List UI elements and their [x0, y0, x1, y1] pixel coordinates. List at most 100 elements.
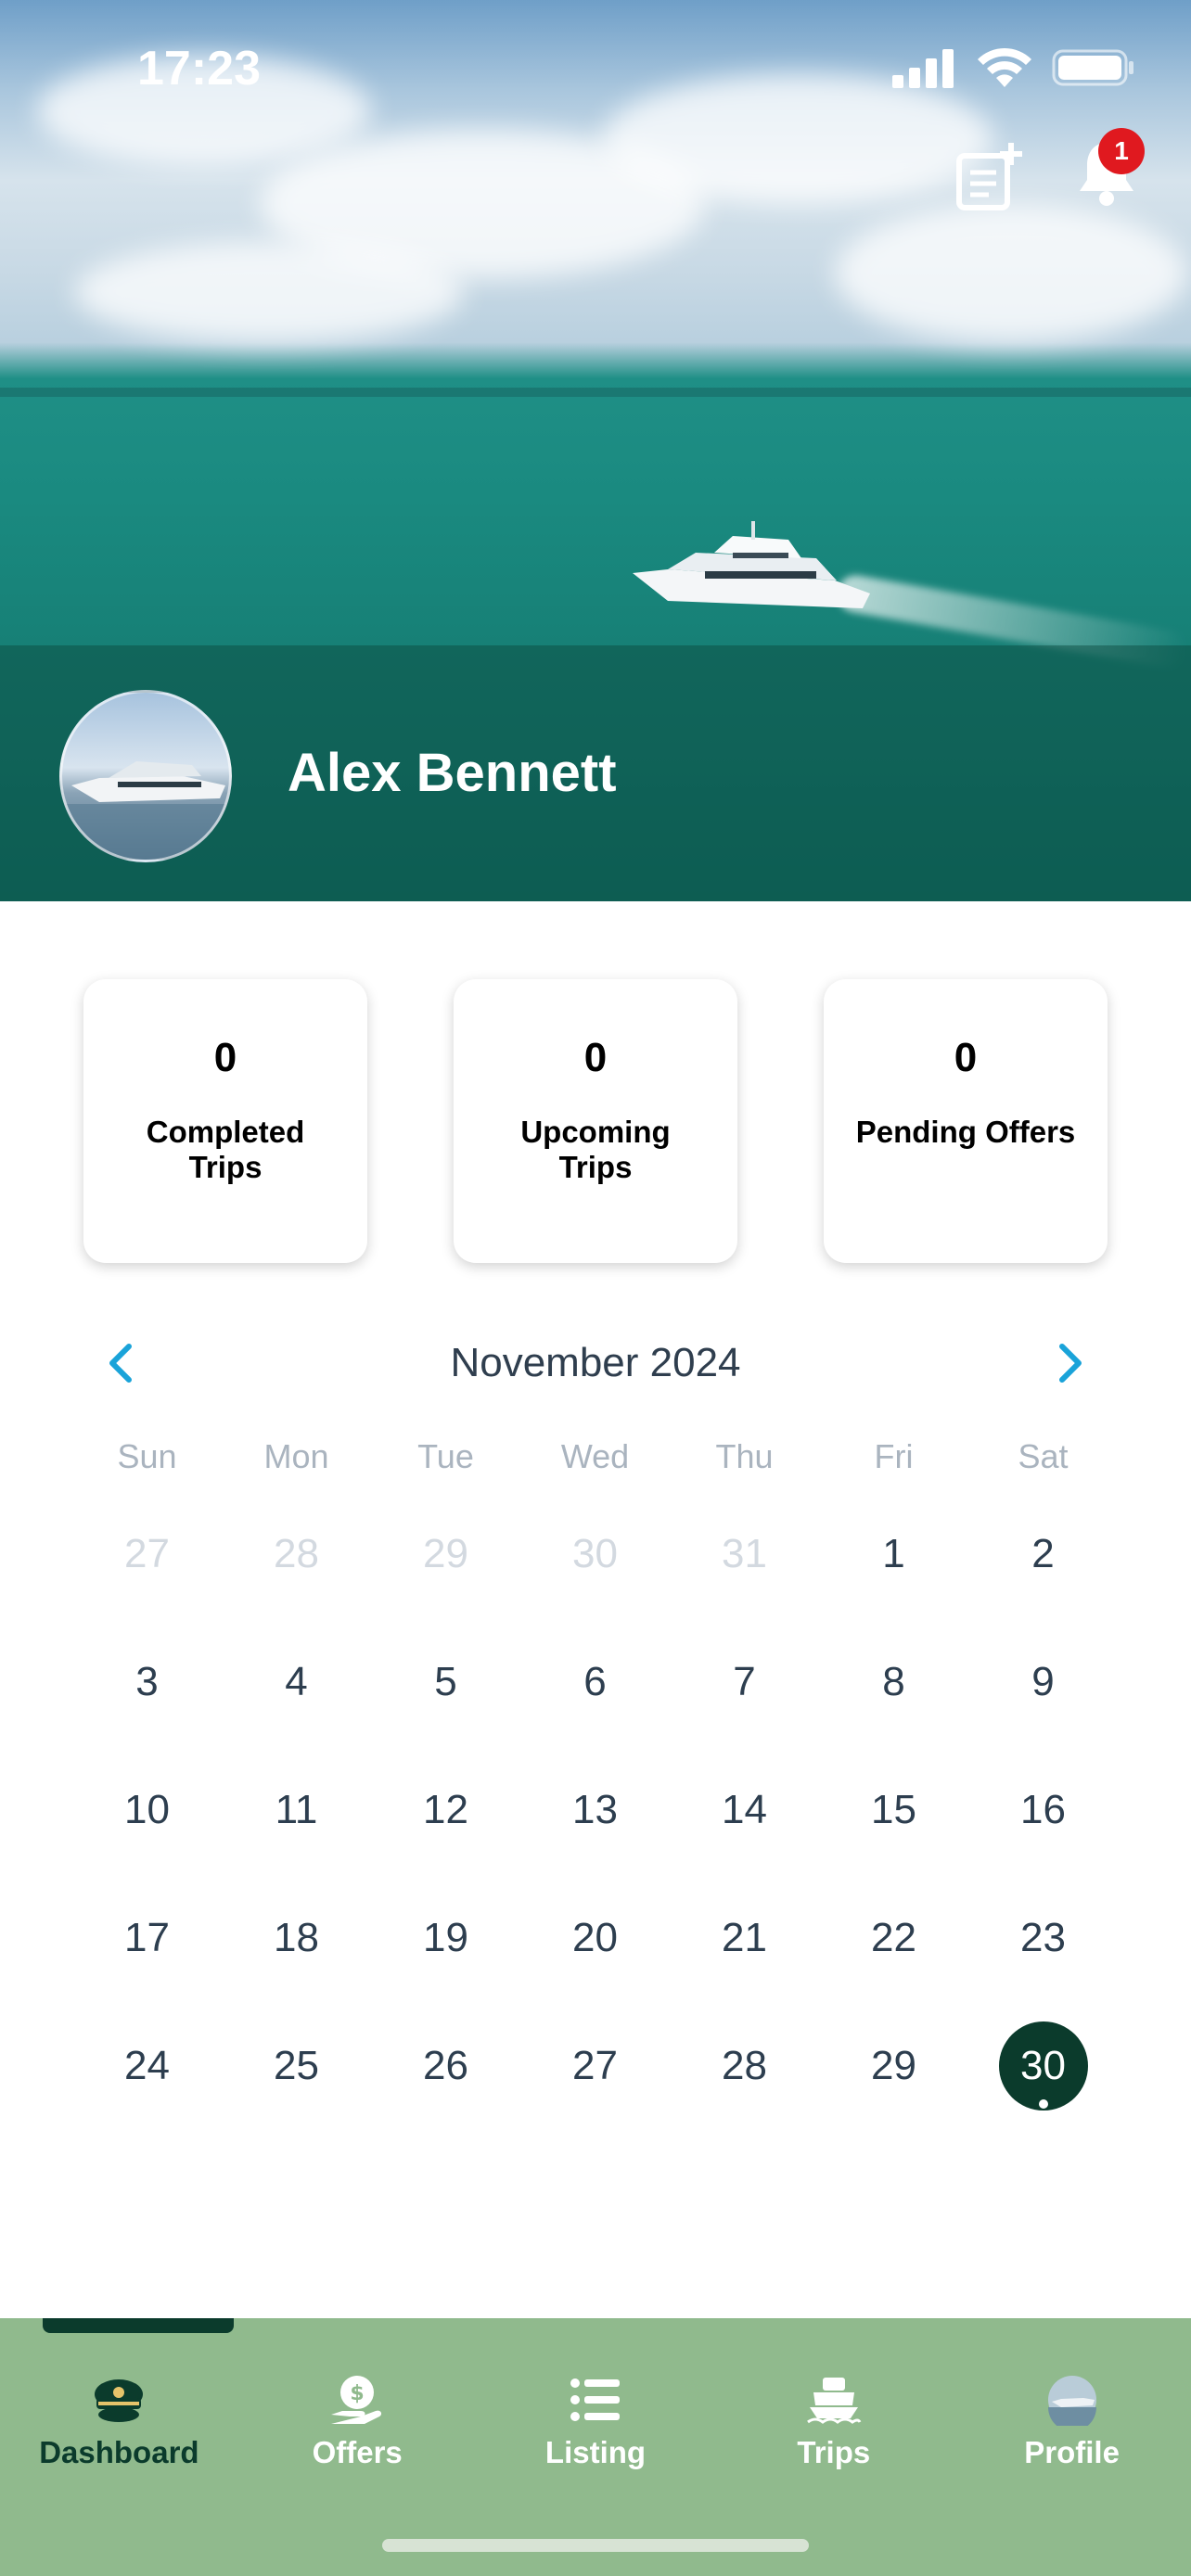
day-number: 19	[423, 1915, 468, 1960]
day-number: 28	[722, 2043, 767, 2088]
calendar-day[interactable]: 28	[670, 2016, 819, 2116]
stats-row: 0 Completed Trips 0 Upcoming Trips 0 Pen…	[83, 979, 1108, 1263]
calendar-day[interactable]: 9	[968, 1632, 1118, 1732]
home-indicator	[382, 2539, 809, 2552]
calendar-day-selected[interactable]: 30	[968, 2016, 1118, 2116]
tab-profile[interactable]: Profile	[953, 2374, 1191, 2470]
calendar-day[interactable]: 6	[520, 1632, 670, 1732]
calendar-day[interactable]: 4	[222, 1632, 371, 1732]
calendar-day[interactable]: 24	[72, 2016, 222, 2116]
day-number: 29	[871, 2043, 916, 2088]
add-note-icon[interactable]	[954, 141, 1024, 211]
calendar-day[interactable]: 1	[819, 1504, 968, 1604]
calendar-day[interactable]: 2	[968, 1504, 1118, 1604]
calendar-week: 17 18 19 20 21 22 23	[72, 1888, 1119, 2016]
yacht-image	[633, 521, 870, 608]
stat-card-pending-offers[interactable]: 0 Pending Offers	[824, 979, 1108, 1263]
stat-value: 0	[213, 1035, 237, 1080]
calendar-day[interactable]: 10	[72, 1760, 222, 1860]
stat-value: 0	[583, 1035, 608, 1080]
day-number: 11	[275, 1787, 318, 1832]
weekday-label: Wed	[560, 1437, 630, 1475]
day-number: 17	[124, 1915, 170, 1960]
day-number: 2	[1031, 1531, 1055, 1576]
calendar-day[interactable]: 21	[670, 1888, 819, 1988]
weekday-label: Fri	[874, 1437, 914, 1475]
tab-label: Profile	[1024, 2435, 1120, 2469]
weekday-label: Sat	[1018, 1437, 1069, 1475]
calendar-week: 10 11 12 13 14 15 16	[72, 1760, 1119, 1888]
weekday-label: Thu	[715, 1437, 774, 1475]
tab-label: Trips	[797, 2435, 871, 2469]
calendar-day[interactable]: 31	[670, 1504, 819, 1604]
captain-hat-icon	[95, 2379, 144, 2422]
previous-month-button[interactable]	[93, 1335, 148, 1391]
day-number: 25	[274, 2043, 319, 2088]
day-number: 5	[434, 1659, 457, 1704]
calendar-day[interactable]: 29	[371, 1504, 520, 1604]
calendar-day[interactable]: 5	[371, 1632, 520, 1732]
calendar-day[interactable]: 11	[222, 1760, 371, 1860]
calendar-day[interactable]: 26	[371, 2016, 520, 2116]
battery-icon	[1052, 49, 1133, 86]
tab-listing[interactable]: Listing	[477, 2374, 715, 2470]
avatar[interactable]	[59, 690, 232, 862]
calendar-day[interactable]: 12	[371, 1760, 520, 1860]
tab-label: Listing	[544, 2435, 647, 2469]
event-dot	[1039, 2099, 1048, 2109]
calendar-day[interactable]: 28	[222, 1504, 371, 1604]
calendar-day[interactable]: 16	[968, 1760, 1118, 1860]
calendar-day[interactable]: 29	[819, 2016, 968, 2116]
calendar-day[interactable]: 13	[520, 1760, 670, 1860]
calendar-day[interactable]: 3	[72, 1632, 222, 1732]
calendar-grid: 27 28 29 30 31 1 2 3 4 5 6 7 8 9 10 11 1…	[72, 1504, 1119, 2144]
calendar-day[interactable]: 20	[520, 1888, 670, 1988]
list-icon	[570, 2378, 620, 2421]
calendar-header: November 2024	[93, 1326, 1098, 1400]
day-number: 7	[733, 1659, 756, 1704]
calendar-day[interactable]: 17	[72, 1888, 222, 1988]
day-number: 14	[722, 1787, 767, 1832]
calendar-day[interactable]: 18	[222, 1888, 371, 1988]
cellular-signal-icon	[892, 49, 954, 88]
calendar-day[interactable]: 22	[819, 1888, 968, 1988]
active-tab-indicator	[43, 2318, 234, 2333]
tab-label: Dashboard	[39, 2435, 199, 2469]
next-month-button[interactable]	[1043, 1335, 1098, 1391]
day-number: 22	[871, 1915, 916, 1960]
weekday-label: Tue	[417, 1437, 474, 1475]
calendar-day[interactable]: 8	[819, 1632, 968, 1732]
tab-label: Offers	[312, 2435, 403, 2469]
calendar-day[interactable]: 15	[819, 1760, 968, 1860]
chevron-left-icon	[109, 1344, 132, 1383]
calendar-day[interactable]: 14	[670, 1760, 819, 1860]
day-number: 27	[124, 1531, 170, 1576]
calendar-day[interactable]: 25	[222, 2016, 371, 2116]
day-number: 4	[285, 1659, 308, 1704]
tab-dashboard[interactable]: Dashboard	[0, 2374, 238, 2470]
tab-offers[interactable]: $ Offers	[238, 2374, 477, 2470]
notifications-button[interactable]: 1	[1076, 128, 1145, 212]
status-icons	[892, 46, 1135, 89]
day-number: 16	[1020, 1787, 1066, 1832]
calendar-week: 27 28 29 30 31 1 2	[72, 1504, 1119, 1632]
day-number: 21	[722, 1915, 767, 1960]
stat-card-upcoming-trips[interactable]: 0 Upcoming Trips	[454, 979, 737, 1263]
calendar-day[interactable]: 27	[520, 2016, 670, 2116]
chevron-right-icon	[1058, 1344, 1082, 1383]
tab-trips[interactable]: Trips	[714, 2374, 953, 2470]
calendar-day[interactable]: 23	[968, 1888, 1118, 1988]
day-number: 3	[135, 1659, 159, 1704]
day-number: 15	[871, 1787, 916, 1832]
status-time: 17:23	[137, 42, 261, 96]
calendar-day[interactable]: 19	[371, 1888, 520, 1988]
day-number: 24	[124, 2043, 170, 2088]
notification-badge: 1	[1098, 128, 1145, 174]
day-number: 31	[722, 1531, 767, 1576]
day-number: 6	[583, 1659, 607, 1704]
calendar-day[interactable]: 7	[670, 1632, 819, 1732]
calendar-day[interactable]: 27	[72, 1504, 222, 1604]
stat-card-completed-trips[interactable]: 0 Completed Trips	[83, 979, 367, 1263]
day-number: 18	[274, 1915, 319, 1960]
calendar-day[interactable]: 30	[520, 1504, 670, 1604]
